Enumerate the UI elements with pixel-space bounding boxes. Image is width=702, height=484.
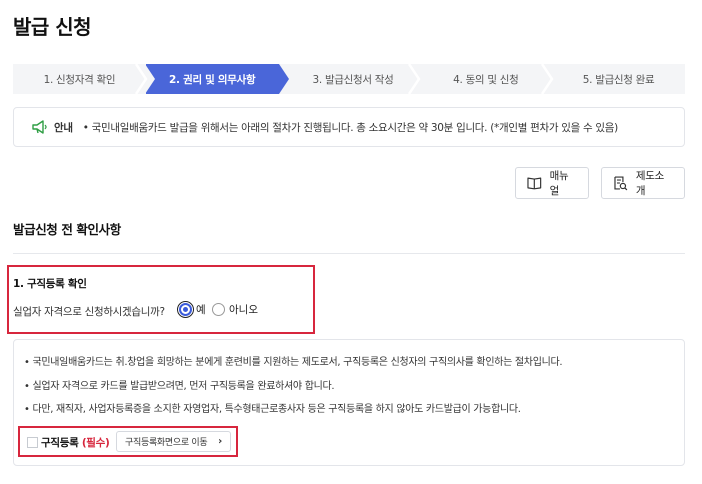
step-label: 3. 발급신청서 작성 [312,73,394,86]
info-bullet: • 실업자 자격으로 카드를 발급받으려면, 먼저 구직등록을 완료하셔야 합니… [24,381,335,392]
section-divider [13,253,685,254]
step-consent-apply: 4. 동의 및 신청 [419,64,554,94]
section-title: 발급신청 전 확인사항 [13,222,121,237]
radio-yes-label: 예 [196,304,206,316]
notice-label: 안내 [54,121,73,134]
info-bullet: • 국민내일배움카드는 취.창업을 희망하는 분에게 훈련비를 지원하는 제도로… [24,357,563,368]
go-to-job-registration-label: 구직등록화면으로 이동 [125,438,208,448]
chevron-right-icon [134,64,148,94]
notice-text: • 국민내일배움카드 발급을 위해서는 아래의 절차가 진행됩니다. 총 소요시… [82,121,618,134]
job-registration-label: 구직등록 (필수) [41,435,110,450]
step-label: 1. 신청자격 확인 [43,73,116,86]
manual-button[interactable]: 매뉴얼 [515,167,589,199]
step-label: 5. 발급신청 완료 [582,73,655,86]
registration-label-text: 구직등록 [41,437,79,449]
chevron-right-icon [408,64,421,94]
step-application-form: 3. 발급신청서 작성 [279,64,421,94]
manual-label: 매뉴얼 [549,170,569,197]
step-label: 2. 권리 및 의무사항 [169,73,256,86]
radio-unchecked-icon [212,303,225,316]
go-to-job-registration-button[interactable]: 구직등록화면으로 이동 › [116,431,231,452]
chevron-right-icon: › [218,436,222,447]
program-intro-label: 제도소개 [635,170,664,197]
notice-banner: 안내 • 국민내일배움카드 발급을 위해서는 아래의 절차가 진행됩니다. 총 … [13,107,685,147]
required-badge: (필수) [81,437,110,449]
info-bullet: • 다만, 재직자, 사업자등록증을 소지한 자영업자, 특수형태근로종사자 등… [24,404,521,415]
program-intro-button[interactable]: 제도소개 [601,167,685,199]
radio-yes[interactable]: 예 [177,301,206,318]
page-title: 발급 신청 [13,15,92,39]
speaker-icon [32,120,47,134]
step-rights-duties: 2. 권리 및 의무사항 [144,64,289,94]
radio-no[interactable]: 아니오 [212,302,258,317]
radio-checked-icon [177,301,194,318]
job-registration-checkbox[interactable] [27,437,38,448]
progress-stepper: 1. 신청자격 확인 2. 권리 및 의무사항 3. 발급신청서 작성 4. 동… [13,64,685,94]
step-complete: 5. 발급신청 완료 [552,64,685,94]
question-text: 실업자 자격으로 신청하시겠습니까? [13,306,165,318]
step-label: 4. 동의 및 신청 [453,73,519,86]
document-search-icon [614,175,628,190]
radio-no-label: 아니오 [229,304,258,316]
question-title: 1. 구직등록 확인 [13,278,87,290]
chevron-right-icon [541,64,554,94]
step-eligibility: 1. 신청자격 확인 [13,64,148,94]
book-icon [527,177,542,190]
